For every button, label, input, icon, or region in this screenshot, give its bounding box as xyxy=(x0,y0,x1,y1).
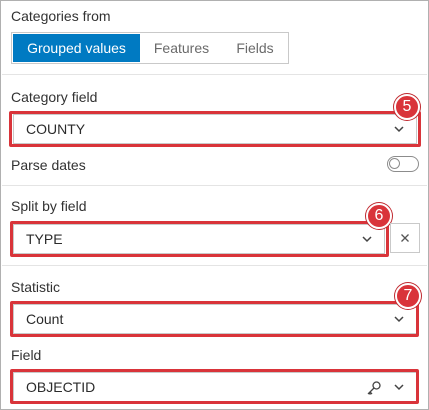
divider xyxy=(2,74,427,75)
callout-badge-7: 7 xyxy=(395,283,421,309)
chevron-down-icon xyxy=(362,236,372,243)
divider xyxy=(2,185,427,186)
field-value: OBJECTID xyxy=(26,379,96,395)
toggle-knob xyxy=(389,158,400,169)
callout-badge-5: 5 xyxy=(394,94,420,120)
statistic-value: Count xyxy=(26,311,64,327)
statistic-select[interactable]: Count xyxy=(13,304,417,334)
chevron-down-icon xyxy=(394,384,404,391)
close-icon xyxy=(401,234,409,242)
categories-from-segmented-control: Grouped values Features Fields xyxy=(11,32,289,64)
category-field-select[interactable]: COUNTY xyxy=(13,114,417,144)
category-field-label: Category field xyxy=(11,89,98,105)
parse-dates-toggle[interactable] xyxy=(387,156,419,172)
key-icon xyxy=(367,381,381,395)
split-by-field-value: TYPE xyxy=(26,231,63,247)
callout-badge-6: 6 xyxy=(366,203,392,229)
statistic-label: Statistic xyxy=(11,279,61,295)
segment-fields[interactable]: Fields xyxy=(223,34,287,62)
category-field-value: COUNTY xyxy=(26,121,86,137)
segment-grouped-values[interactable]: Grouped values xyxy=(13,34,140,62)
segment-features[interactable]: Features xyxy=(140,34,223,62)
split-by-field-select[interactable]: TYPE xyxy=(13,224,385,254)
categories-from-label: Categories from xyxy=(11,8,111,24)
field-select[interactable]: OBJECTID xyxy=(13,372,417,402)
parse-dates-label: Parse dates xyxy=(11,157,86,173)
chart-settings-panel: Categories from Grouped values Features … xyxy=(0,0,429,410)
divider xyxy=(2,265,427,266)
field-label: Field xyxy=(11,347,42,363)
chevron-down-icon xyxy=(394,126,404,133)
split-by-field-label: Split by field xyxy=(11,198,87,214)
chevron-down-icon xyxy=(394,316,404,323)
clear-split-field-button[interactable] xyxy=(390,223,420,253)
